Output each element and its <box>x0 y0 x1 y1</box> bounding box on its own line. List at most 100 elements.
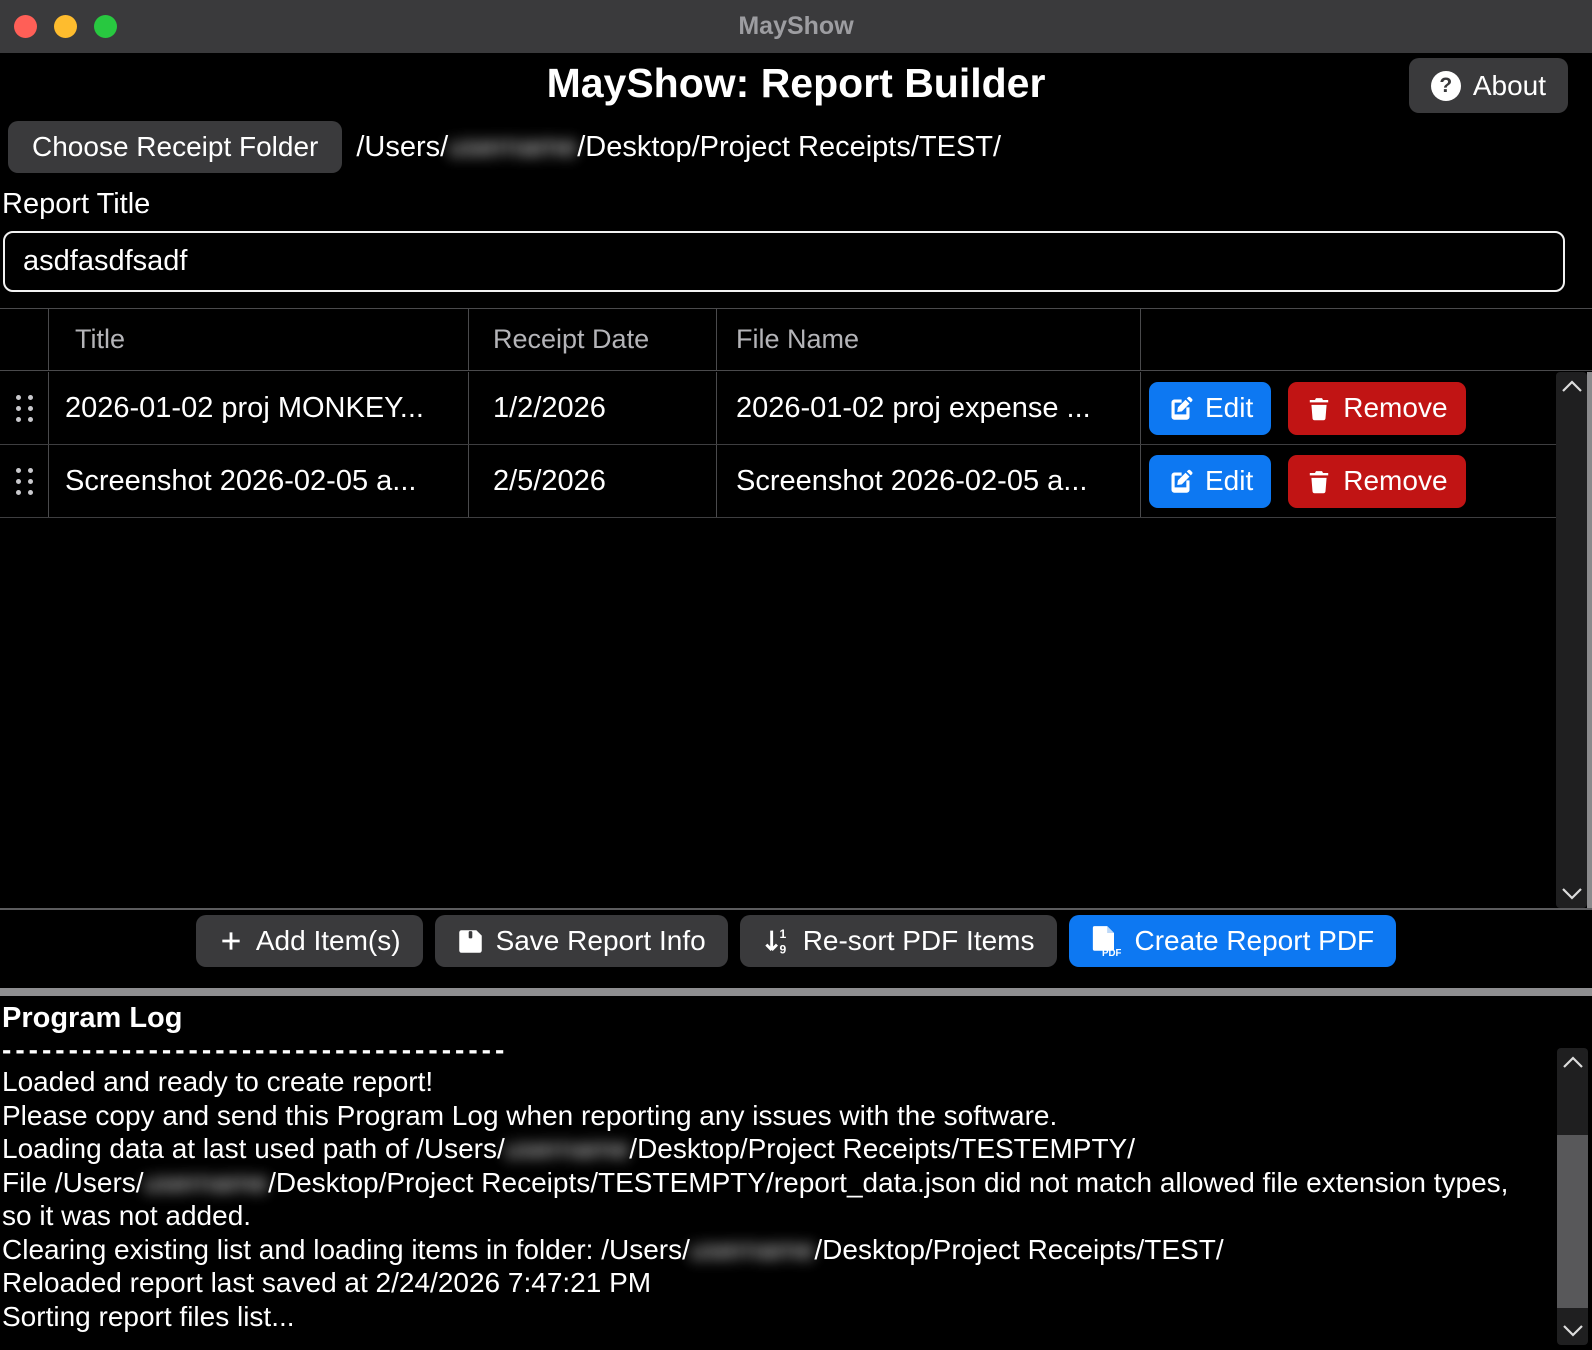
toolbar-divider <box>0 908 1592 910</box>
log-line: Loading data at last used path of /Users… <box>2 1132 1542 1166</box>
app-window: MayShow MayShow: Report Builder ? About … <box>0 0 1592 1350</box>
question-icon: ? <box>1431 71 1461 101</box>
remove-button[interactable]: Remove <box>1288 455 1465 508</box>
text-segment: Sorting report files list... <box>2 1301 295 1332</box>
page-title: MayShow: Report Builder <box>0 60 1592 107</box>
table-header-row: Title Receipt Date File Name <box>0 309 1592 371</box>
text-segment: /Desktop/Project Receipts/TESTEMPTY/ <box>629 1133 1135 1164</box>
table-body: 2026-01-02 proj MONKEY...1/2/20262026-01… <box>0 372 1592 908</box>
row-title: 2026-01-02 proj MONKEY... <box>48 372 468 444</box>
report-title-input[interactable] <box>3 231 1565 292</box>
program-log-heading: Program Log <box>2 1002 1542 1035</box>
resort-label: Re-sort PDF Items <box>803 925 1035 957</box>
log-line: Sorting report files list... <box>2 1300 1542 1334</box>
add-items-label: Add Item(s) <box>256 925 401 957</box>
text-segment: Clearing existing list and loading items… <box>2 1234 690 1265</box>
redacted-text: username <box>448 131 577 163</box>
scroll-up-icon[interactable] <box>1561 380 1583 393</box>
about-button-label: About <box>1473 70 1546 102</box>
row-actions: Edit Remove <box>1140 445 1556 517</box>
trash-icon <box>1306 468 1332 495</box>
remove-button-label: Remove <box>1343 465 1447 497</box>
column-header-date: Receipt Date <box>468 309 716 370</box>
bottom-toolbar: Add Item(s) Save Report Info 1 9 Re-sort… <box>0 915 1592 967</box>
trash-icon <box>1306 395 1332 422</box>
text-segment: /Desktop/Project Receipts/TEST/ <box>577 131 1001 163</box>
edit-button-label: Edit <box>1205 392 1253 424</box>
redacted-text: username <box>144 1167 269 1198</box>
redacted-text: username <box>690 1234 815 1265</box>
row-title: Screenshot 2026-02-05 a... <box>48 445 468 517</box>
edit-button[interactable]: Edit <box>1149 455 1271 508</box>
log-line: Reloaded report last saved at 2/24/2026 … <box>2 1266 1542 1300</box>
row-receipt-date: 1/2/2026 <box>468 372 716 444</box>
plus-icon <box>218 928 244 954</box>
text-segment: Loaded and ready to create report! <box>2 1066 433 1097</box>
edit-button-label: Edit <box>1205 465 1253 497</box>
log-line: Clearing existing list and loading items… <box>2 1233 1542 1267</box>
scroll-up-icon[interactable] <box>1562 1056 1584 1069</box>
column-header-file: File Name <box>716 309 1140 370</box>
log-separator: -------------------------------------- <box>2 1035 1542 1065</box>
remove-button[interactable]: Remove <box>1288 382 1465 435</box>
column-header-title: Title <box>48 309 468 370</box>
drag-handle[interactable] <box>0 445 48 517</box>
text-segment: Reloaded report last saved at 2/24/2026 … <box>2 1267 651 1298</box>
create-report-label: Create Report PDF <box>1135 925 1375 957</box>
create-report-pdf-button[interactable]: PDF Create Report PDF <box>1069 915 1397 967</box>
save-icon <box>457 928 484 955</box>
save-report-label: Save Report Info <box>496 925 706 957</box>
row-receipt-date: 2/5/2026 <box>468 445 716 517</box>
report-title-label: Report Title <box>2 188 150 221</box>
minimize-window-button[interactable] <box>54 15 77 38</box>
row-file-name: Screenshot 2026-02-05 a... <box>716 445 1140 517</box>
redacted-text: username <box>505 1133 630 1164</box>
text-segment: Please copy and send this Program Log wh… <box>2 1100 1057 1131</box>
log-line: Loaded and ready to create report! <box>2 1065 1542 1099</box>
edit-pencil-icon <box>1167 395 1194 422</box>
window-scrollbar-thumb[interactable] <box>1587 372 1592 908</box>
table-row: Screenshot 2026-02-05 a...2/5/2026Screen… <box>0 445 1592 518</box>
choose-receipt-folder-button[interactable]: Choose Receipt Folder <box>8 121 342 173</box>
svg-text:PDF: PDF <box>1102 948 1121 957</box>
text-segment: Loading data at last used path of /Users… <box>2 1133 505 1164</box>
log-lines: Loaded and ready to create report!Please… <box>2 1065 1542 1333</box>
row-file-name: 2026-01-02 proj expense ... <box>716 372 1140 444</box>
table-scrollbar[interactable] <box>1556 372 1587 908</box>
resort-pdf-items-button[interactable]: 1 9 Re-sort PDF Items <box>740 915 1057 967</box>
zoom-window-button[interactable] <box>94 15 117 38</box>
svg-text:1: 1 <box>779 927 786 941</box>
table-row: 2026-01-02 proj MONKEY...1/2/20262026-01… <box>0 372 1592 445</box>
log-scrollbar-thumb[interactable] <box>1557 1135 1588 1308</box>
header-scroll-spacer <box>1556 309 1592 370</box>
folder-row: Choose Receipt Folder /Users/username/De… <box>8 121 1584 173</box>
column-header-actions <box>1140 309 1556 370</box>
about-button[interactable]: ? About <box>1409 58 1568 113</box>
sort-numeric-down-icon: 1 9 <box>762 927 791 956</box>
text-segment: File /Users/ <box>2 1167 144 1198</box>
traffic-lights <box>14 0 117 53</box>
pdf-file-icon: PDF <box>1091 925 1121 957</box>
save-report-info-button[interactable]: Save Report Info <box>435 915 728 967</box>
edit-pencil-icon <box>1167 468 1194 495</box>
window-title: MayShow <box>738 12 853 41</box>
log-line: Please copy and send this Program Log wh… <box>2 1099 1542 1133</box>
drag-handle[interactable] <box>0 372 48 444</box>
items-table: Title Receipt Date File Name 2026-01-02 … <box>0 308 1592 908</box>
grip-dots-icon <box>16 395 33 422</box>
text-segment: /Desktop/Project Receipts/TEST/ <box>814 1234 1223 1265</box>
scroll-down-icon[interactable] <box>1561 887 1583 900</box>
log-line: File /Users/username/Desktop/Project Rec… <box>2 1166 1542 1233</box>
scroll-down-icon[interactable] <box>1562 1324 1584 1337</box>
log-divider <box>0 988 1592 996</box>
close-window-button[interactable] <box>14 15 37 38</box>
edit-button[interactable]: Edit <box>1149 382 1271 435</box>
remove-button-label: Remove <box>1343 392 1447 424</box>
svg-text:9: 9 <box>779 942 786 955</box>
choose-folder-label: Choose Receipt Folder <box>32 131 318 163</box>
titlebar: MayShow <box>0 0 1592 53</box>
program-log: Program Log ----------------------------… <box>0 996 1592 1350</box>
row-actions: Edit Remove <box>1140 372 1556 444</box>
receipt-folder-path: /Users/username/Desktop/Project Receipts… <box>356 131 1001 164</box>
add-items-button[interactable]: Add Item(s) <box>196 915 423 967</box>
